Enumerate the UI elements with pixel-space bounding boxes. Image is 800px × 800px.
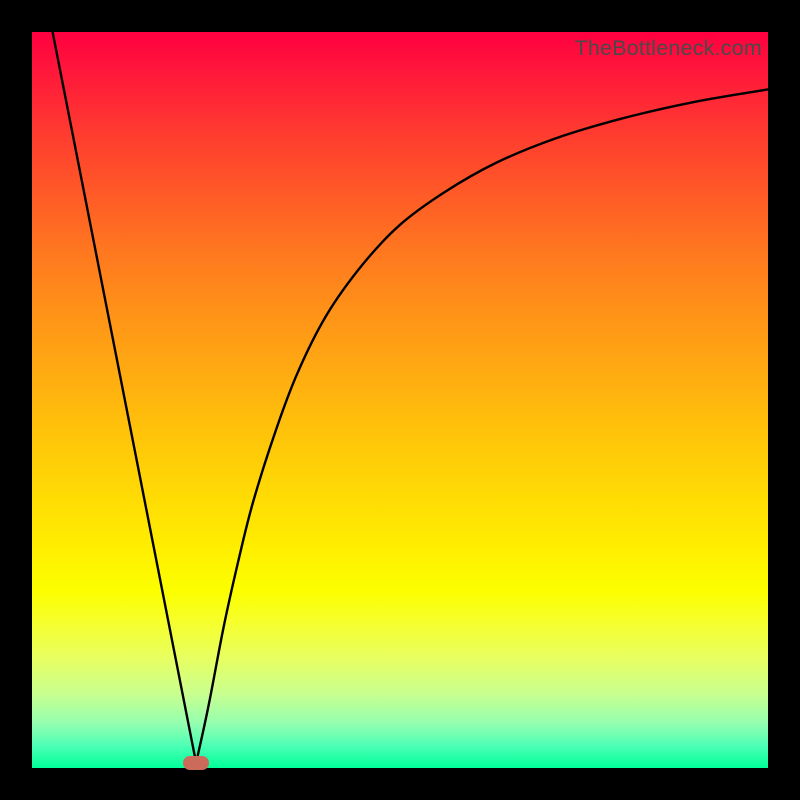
curve-path (53, 32, 768, 763)
plot-area: TheBottleneck.com (32, 32, 768, 768)
watermark-text: TheBottleneck.com (575, 36, 762, 61)
min-marker (183, 756, 209, 770)
chart-frame: TheBottleneck.com (0, 0, 800, 800)
bottleneck-curve (32, 32, 768, 768)
